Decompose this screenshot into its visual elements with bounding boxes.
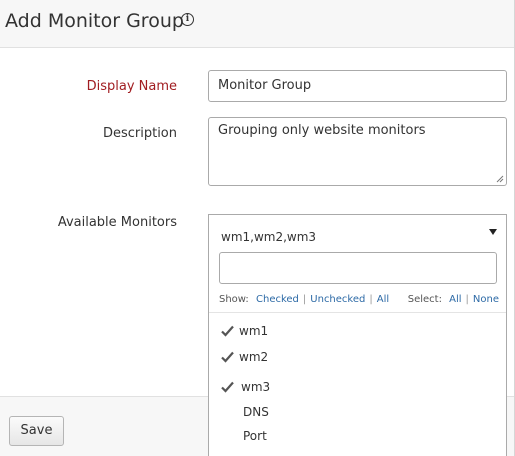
checkmark-icon bbox=[221, 325, 234, 337]
monitor-option-label: DNS bbox=[243, 405, 269, 419]
monitor-option-wm1[interactable]: wm1 bbox=[209, 321, 506, 343]
show-label: Show: bbox=[219, 294, 249, 305]
monitor-option-label: wm2 bbox=[239, 350, 269, 364]
page-title: Add Monitor Group bbox=[5, 10, 184, 32]
select-label: Select: bbox=[407, 294, 442, 305]
separator: | bbox=[369, 294, 373, 305]
separator: | bbox=[302, 294, 307, 305]
monitor-search-input[interactable] bbox=[219, 252, 497, 284]
show-unchecked-link[interactable]: Unchecked bbox=[310, 294, 365, 305]
filter-links-bar: Show: Checked | Unchecked | All Select: All |… bbox=[219, 294, 499, 308]
display-name-input[interactable]: Monitor Group bbox=[208, 70, 507, 102]
dialog-header: Add Monitor Group i bbox=[0, 0, 514, 48]
display-name-value: Monitor Group bbox=[218, 78, 312, 93]
show-checked-link[interactable]: Checked bbox=[256, 294, 299, 305]
divider bbox=[209, 312, 506, 313]
display-name-label: Display Name bbox=[86, 79, 177, 94]
monitor-option-dns[interactable]: DNS bbox=[209, 402, 506, 424]
checkmark-icon bbox=[221, 351, 234, 363]
save-button[interactable]: Save bbox=[9, 416, 64, 446]
monitor-option-label: wm3 bbox=[241, 380, 271, 394]
show-all-link[interactable]: All bbox=[377, 294, 389, 305]
available-monitors-multiselect[interactable]: wm1,wm2,wm3 Show: Checked | Unchecked | All … bbox=[208, 214, 507, 456]
monitor-option-port[interactable]: Port bbox=[209, 426, 506, 448]
monitor-option-label: wm1 bbox=[239, 324, 269, 338]
chevron-down-icon[interactable] bbox=[489, 229, 497, 235]
monitor-option-label: Port bbox=[243, 429, 267, 443]
description-label: Description bbox=[102, 126, 177, 141]
select-none-link[interactable]: None bbox=[473, 294, 499, 305]
select-all-link[interactable]: All bbox=[449, 294, 461, 305]
monitor-option-wm3[interactable]: wm3 bbox=[209, 377, 506, 399]
monitor-option-wm2[interactable]: wm2 bbox=[209, 347, 506, 369]
selected-monitors-summary[interactable]: wm1,wm2,wm3 bbox=[221, 230, 316, 244]
dialog-frame: Add Monitor Group i Display Name Monitor… bbox=[0, 0, 515, 456]
description-textarea[interactable]: Grouping only website monitors bbox=[208, 117, 507, 186]
select-links-group: Select: All | None bbox=[408, 294, 499, 305]
description-value: Grouping only website monitors bbox=[218, 123, 426, 138]
separator: | bbox=[465, 294, 469, 305]
available-monitors-label: Available Monitors bbox=[57, 215, 177, 230]
info-icon[interactable]: i bbox=[181, 13, 194, 26]
checkmark-icon bbox=[221, 381, 234, 393]
resize-grip-icon[interactable] bbox=[496, 175, 504, 183]
